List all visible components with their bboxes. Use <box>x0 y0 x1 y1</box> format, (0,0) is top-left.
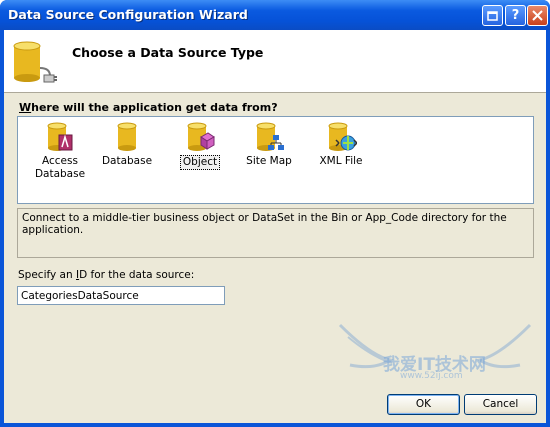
restore-button[interactable] <box>482 5 503 26</box>
tile-xml-file[interactable]: XML File <box>311 121 371 168</box>
cancel-button[interactable]: Cancel <box>464 394 537 415</box>
data-source-type-list[interactable]: Access Database Database Object Site Map… <box>17 116 534 204</box>
ok-button[interactable]: OK <box>387 394 460 415</box>
data-source-id-input[interactable] <box>17 286 225 305</box>
data-source-description: Connect to a middle-tier business object… <box>17 208 534 258</box>
id-field-label: Specify an ID for the data source: <box>18 269 195 281</box>
watermark-url: www.52ij.com <box>400 371 463 381</box>
tile-access-database[interactable]: Access Database <box>30 121 90 181</box>
help-icon: ? <box>511 8 520 23</box>
access-database-icon <box>47 122 73 151</box>
tile-label: Access <box>42 155 78 167</box>
database-icon <box>117 122 137 151</box>
tile-site-map[interactable]: Site Map <box>239 121 299 168</box>
tile-database[interactable]: Database <box>97 121 157 168</box>
database-plug-icon <box>13 41 57 83</box>
wizard-header: Choose a Data Source Type <box>4 30 546 93</box>
site-map-icon <box>256 122 284 151</box>
title-bar[interactable]: Data Source Configuration Wizard ? <box>0 0 550 30</box>
close-icon <box>532 10 543 21</box>
data-source-prompt: Where will the application get data from… <box>19 101 278 114</box>
object-icon <box>187 122 215 151</box>
tile-label-line2: Database <box>34 168 86 180</box>
tile-label: XML File <box>319 155 363 167</box>
tile-label: Object <box>182 156 218 168</box>
window-title: Data Source Configuration Wizard <box>8 7 248 22</box>
tile-object[interactable]: Object <box>170 121 230 170</box>
close-button[interactable] <box>527 5 548 26</box>
page-title: Choose a Data Source Type <box>72 45 264 60</box>
tile-label: Site Map <box>246 155 292 167</box>
wizard-window: Data Source Configuration Wizard ? Choos… <box>0 0 550 427</box>
tile-label: Database <box>101 155 153 167</box>
restore-icon <box>487 11 498 21</box>
help-button[interactable]: ? <box>505 5 526 26</box>
xml-file-icon <box>328 122 357 151</box>
